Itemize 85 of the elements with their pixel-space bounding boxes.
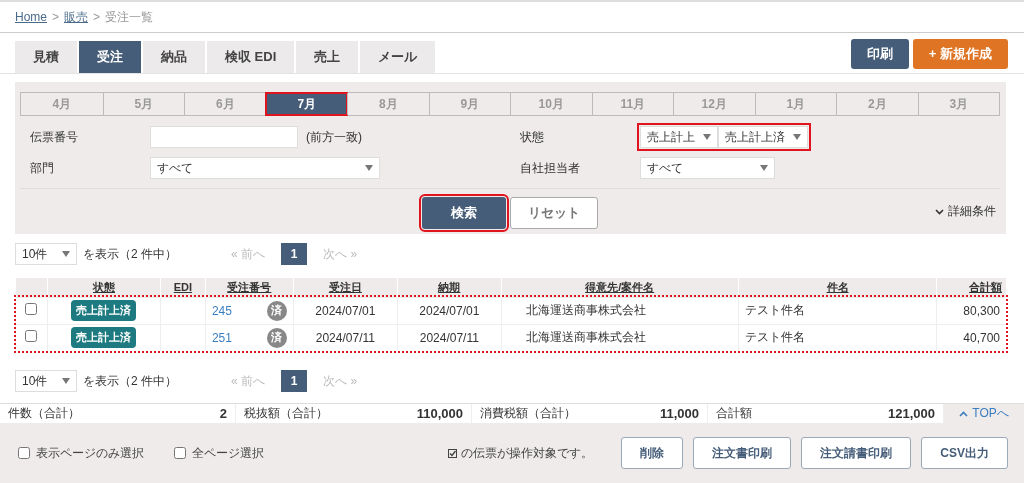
caret-icon bbox=[760, 165, 768, 171]
column-header[interactable]: 納期 bbox=[397, 278, 502, 297]
column-header[interactable]: 受注日 bbox=[293, 278, 398, 297]
chevron-down-icon bbox=[935, 208, 944, 215]
status-badge: 売上計上済 bbox=[71, 300, 137, 321]
total-label: 税抜額（合計） bbox=[244, 405, 328, 422]
status-badge: 売上計上済 bbox=[71, 327, 137, 349]
page-button[interactable]: 1 bbox=[281, 370, 308, 392]
total-value: 2 bbox=[219, 406, 227, 421]
caret-icon bbox=[703, 134, 711, 140]
search-button[interactable]: 検索 bbox=[422, 197, 506, 229]
breadcrumb-link[interactable]: Home bbox=[15, 10, 47, 24]
page-button[interactable]: 1 bbox=[281, 243, 308, 265]
table-cell: 2024/07/11 bbox=[293, 324, 398, 351]
table-cell: 2024/07/01 bbox=[293, 297, 398, 324]
slip-number-field[interactable] bbox=[150, 126, 298, 148]
field-label: 伝票番号 bbox=[30, 128, 79, 146]
table-cell: 2024/07/11 bbox=[397, 324, 502, 351]
row-checkbox[interactable] bbox=[25, 303, 38, 315]
tab[interactable]: メール bbox=[360, 41, 436, 73]
per-page-select[interactable]: 10件 bbox=[15, 243, 77, 265]
tab[interactable]: 検収 EDI bbox=[207, 41, 295, 73]
done-badge: 済 bbox=[266, 300, 287, 321]
table-cell: 北海運送商事株式会社 bbox=[501, 297, 739, 324]
action-button[interactable]: 注文書印刷 bbox=[693, 437, 792, 469]
advanced-toggle[interactable]: 詳細条件 bbox=[935, 203, 996, 220]
result-count: を表示（2 件中） bbox=[83, 372, 177, 390]
column-header[interactable]: 得意先/案件名 bbox=[501, 278, 739, 297]
total-value: 11,000 bbox=[659, 406, 699, 421]
tab[interactable]: 売上 bbox=[296, 41, 359, 73]
reset-button[interactable]: リセット bbox=[510, 197, 598, 229]
done-badge: 済 bbox=[266, 327, 287, 348]
result-count: を表示（2 件中） bbox=[83, 245, 177, 263]
status-select[interactable]: 売上計上済 bbox=[718, 126, 808, 148]
order-number-link[interactable]: 245 bbox=[211, 303, 232, 318]
checkbox-label: 表示ページのみ選択 bbox=[36, 444, 144, 462]
column-header[interactable]: 状態 bbox=[47, 278, 161, 297]
table-cell: 北海運送商事株式会社 bbox=[501, 324, 739, 351]
caret-icon bbox=[62, 378, 70, 384]
caret-icon bbox=[793, 134, 801, 140]
top-link[interactable]: TOPへ bbox=[944, 404, 1024, 423]
tab[interactable]: 納品 bbox=[143, 41, 205, 73]
total-label: 件数（合計） bbox=[8, 405, 80, 422]
per-page-select[interactable]: 10件 bbox=[15, 370, 77, 392]
department-select[interactable]: すべて bbox=[150, 157, 380, 179]
target-note: の伝票が操作対象です。 bbox=[461, 444, 594, 462]
print-button[interactable]: 印刷 bbox=[850, 39, 909, 69]
column-header[interactable]: EDI bbox=[160, 278, 206, 297]
column-header[interactable]: 受注番号 bbox=[205, 278, 294, 297]
total-value: 121,000 bbox=[888, 406, 935, 421]
status-select[interactable]: 売上計上 bbox=[640, 126, 718, 148]
action-button[interactable]: CSV出力 bbox=[921, 437, 1008, 469]
chevron-up-icon bbox=[959, 410, 969, 417]
breadcrumb-link[interactable]: 販売 bbox=[64, 8, 89, 26]
caret-icon bbox=[365, 165, 373, 171]
action-button[interactable]: 注文請書印刷 bbox=[801, 437, 912, 469]
caret-icon bbox=[62, 251, 70, 257]
table-cell: テスト件名 bbox=[738, 297, 937, 324]
staff-select[interactable]: すべて bbox=[640, 157, 775, 179]
column-header[interactable]: 合計額 bbox=[936, 278, 1006, 297]
order-number-link[interactable]: 251 bbox=[211, 330, 232, 345]
total-label: 合計額 bbox=[716, 405, 752, 422]
field-label: 部門 bbox=[30, 159, 55, 177]
table-cell: 80,300 bbox=[936, 297, 1006, 324]
table-cell: テスト件名 bbox=[738, 324, 937, 351]
row-checkbox[interactable] bbox=[25, 330, 38, 343]
total-value: 110,000 bbox=[416, 406, 463, 421]
total-label: 消費税額（合計） bbox=[480, 405, 576, 422]
breadcrumb-separator: > bbox=[52, 10, 60, 24]
breadcrumb-current: 受注一覧 bbox=[105, 8, 154, 26]
column-header[interactable]: 件名 bbox=[738, 278, 937, 297]
field-label: 状態 bbox=[520, 128, 545, 146]
checkbox-label: 全ページ選択 bbox=[192, 444, 264, 462]
month-tab[interactable]: 7月 bbox=[265, 93, 347, 115]
select-page-checkbox[interactable] bbox=[18, 447, 30, 459]
breadcrumb-separator: > bbox=[93, 10, 101, 24]
field-note: (前方一致) bbox=[306, 128, 362, 146]
table-cell: 40,700 bbox=[936, 324, 1006, 351]
tab[interactable]: 受注 bbox=[79, 41, 141, 73]
table-cell: 2024/07/01 bbox=[397, 297, 502, 324]
select-all-checkbox[interactable] bbox=[174, 447, 186, 459]
checked-box-icon bbox=[448, 448, 458, 458]
tab[interactable]: 見積 bbox=[15, 41, 77, 73]
field-label: 自社担当者 bbox=[520, 159, 581, 177]
action-button[interactable]: 削除 bbox=[621, 437, 684, 469]
